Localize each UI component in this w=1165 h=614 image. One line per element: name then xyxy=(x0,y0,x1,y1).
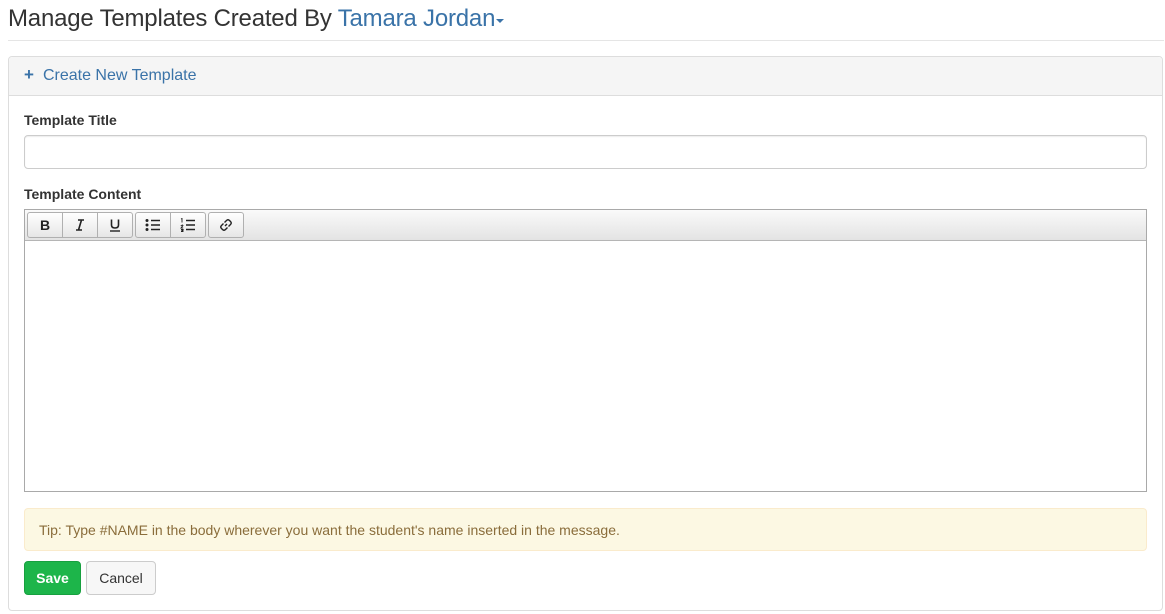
tip-alert: Tip: Type #NAME in the body wherever you… xyxy=(24,508,1147,551)
italic-icon xyxy=(73,218,87,232)
template-title-input[interactable] xyxy=(24,135,1147,169)
link-button[interactable] xyxy=(208,212,244,238)
create-new-template-link[interactable]: + Create New Template xyxy=(24,65,197,86)
numbered-list-button[interactable] xyxy=(170,212,206,238)
bullet-list-button[interactable] xyxy=(135,212,171,238)
page-header: Manage Templates Created By Tamara Jorda… xyxy=(8,0,1164,41)
plus-icon: + xyxy=(24,65,34,84)
user-name: Tamara Jordan xyxy=(337,5,496,32)
caret-down-icon xyxy=(496,18,505,23)
user-dropdown[interactable]: Tamara Jordan xyxy=(337,5,505,32)
create-new-template-label: Create New Template xyxy=(42,67,197,84)
italic-button[interactable] xyxy=(62,212,98,238)
rich-text-editor: B xyxy=(24,209,1147,492)
panel-heading: + Create New Template xyxy=(9,57,1162,96)
page-title: Manage Templates Created By Tamara Jorda… xyxy=(8,5,505,33)
underline-button[interactable] xyxy=(97,212,133,238)
editor-content-area[interactable] xyxy=(25,241,1146,491)
link-icon xyxy=(218,217,234,233)
template-content-label: Template Content xyxy=(24,186,142,202)
bold-button[interactable]: B xyxy=(27,212,63,238)
save-button[interactable]: Save xyxy=(24,561,81,595)
template-title-label: Template Title xyxy=(24,112,117,128)
page-title-text: Manage Templates Created By xyxy=(8,5,332,32)
svg-text:B: B xyxy=(40,218,50,232)
numbered-list-icon xyxy=(180,218,196,232)
link-button-group xyxy=(208,212,244,240)
underline-icon xyxy=(108,218,122,232)
editor-toolbar: B xyxy=(25,210,1146,241)
list-button-group xyxy=(135,212,206,240)
tip-text: Tip: Type #NAME in the body wherever you… xyxy=(39,521,620,538)
format-button-group: B xyxy=(27,212,133,240)
cancel-button[interactable]: Cancel xyxy=(86,561,156,595)
bullet-list-icon xyxy=(145,218,161,232)
create-template-panel: + Create New Template Template Title Tem… xyxy=(8,56,1163,611)
bold-icon: B xyxy=(38,218,52,232)
